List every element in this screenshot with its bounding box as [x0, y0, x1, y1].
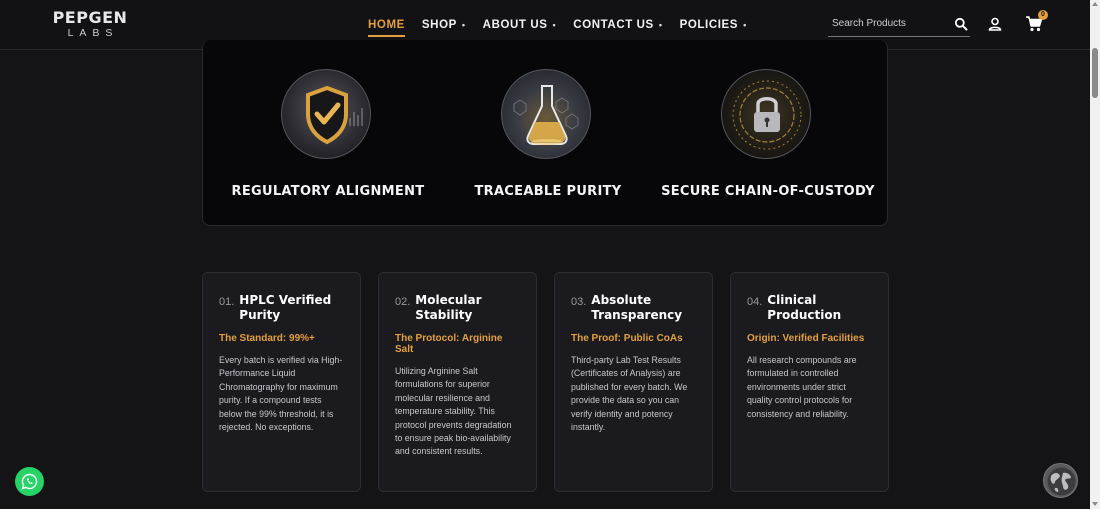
search-input[interactable]	[828, 18, 948, 29]
scrollbar-thumb[interactable]	[1092, 48, 1098, 98]
logo[interactable]: PEPGEN LABS	[42, 9, 138, 40]
features-panel: REGULATORY ALIGNMENT TRACEABLE PURITY SE…	[202, 40, 888, 226]
card-number: 01.	[219, 296, 235, 308]
card-title: Absolute Transparency	[591, 293, 683, 322]
whatsapp-icon	[21, 473, 38, 490]
search-icon[interactable]	[954, 17, 968, 31]
logo-wordmark: PEPGEN	[52, 8, 128, 27]
info-card-molecular-stability: 02. Molecular Stability The Protocol: Ar…	[378, 272, 537, 492]
info-card-clinical-production: 04. Clinical Production Origin: Verified…	[730, 272, 889, 492]
card-subtitle: Origin: Verified Facilities	[747, 333, 865, 344]
info-card-hplc: 01. HPLC Verified Purity The Standard: 9…	[202, 272, 361, 492]
language-globe-button[interactable]	[1043, 463, 1078, 498]
card-body: Utilizing Arginine Salt formulations for…	[395, 366, 512, 457]
dropdown-indicator-icon: •	[658, 20, 663, 30]
feature-title: REGULATORY ALIGNMENT	[231, 184, 425, 199]
nav-shop-label: SHOP	[421, 19, 457, 31]
dropdown-indicator-icon: •	[743, 20, 747, 30]
feature-title: SECURE CHAIN-OF-CUSTODY	[661, 184, 875, 199]
scroll-up-arrow-icon[interactable]	[1092, 2, 1098, 6]
globe-icon	[1047, 467, 1076, 496]
card-subtitle: The Protocol: Arginine Salt	[395, 333, 503, 355]
shield-check-icon	[281, 69, 371, 159]
card-header: 03. Absolute Transparency	[571, 293, 696, 323]
card-header: 04. Clinical Production	[747, 293, 872, 323]
dropdown-indicator-icon: •	[552, 20, 557, 30]
info-card-absolute-transparency: 03. Absolute Transparency The Proof: Pub…	[554, 272, 713, 492]
logo-subtitle: LABS	[67, 27, 119, 39]
card-number: 04.	[747, 296, 763, 308]
nav-home-label: HOME	[368, 19, 405, 31]
nav-policies-label: POLICIES	[679, 19, 739, 31]
card-header: 01. HPLC Verified Purity	[219, 293, 344, 323]
card-subtitle: The Proof: Public CoAs	[571, 333, 683, 344]
whatsapp-button[interactable]	[15, 467, 44, 496]
card-title: Clinical Production	[767, 293, 842, 322]
cart-count-badge: 0	[1038, 10, 1048, 20]
dropdown-indicator-icon: •	[461, 20, 466, 30]
flask-icon	[501, 69, 591, 159]
card-body: Third-party Lab Test Results (Certificat…	[571, 355, 688, 433]
card-body: Every batch is verified via High-Perform…	[219, 355, 343, 433]
card-number: 03.	[571, 296, 587, 308]
search-bar	[828, 11, 970, 37]
card-title: Molecular Stability	[415, 293, 482, 322]
account-icon[interactable]	[988, 17, 1002, 31]
card-body: All research compounds are formulated in…	[747, 355, 857, 419]
scroll-down-arrow-icon[interactable]	[1092, 502, 1098, 506]
nav-contact-us-label: CONTACT US	[573, 19, 654, 31]
padlock-icon	[721, 69, 811, 159]
card-header: 02. Molecular Stability	[395, 293, 520, 323]
card-title: HPLC Verified Purity	[239, 293, 332, 322]
card-number: 02.	[395, 296, 411, 308]
card-subtitle: The Standard: 99%+	[219, 333, 315, 344]
nav-about-us-label: ABOUT US	[482, 19, 548, 31]
feature-title: TRACEABLE PURITY	[474, 184, 622, 199]
page: PEPGEN LABS HOME SHOP • ABOUT US • CONTA…	[0, 0, 1100, 509]
